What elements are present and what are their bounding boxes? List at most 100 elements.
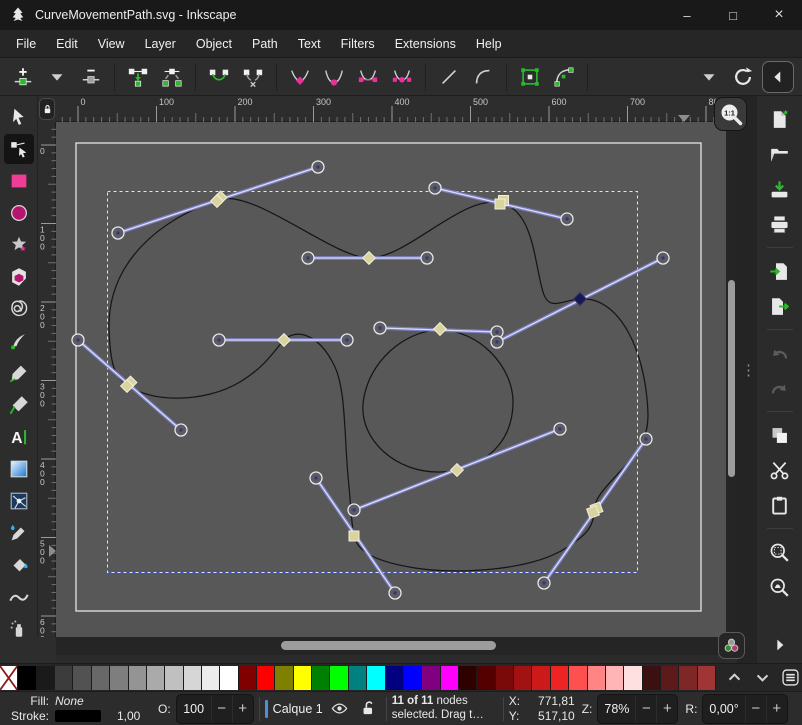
vertical-scrollbar[interactable]	[726, 122, 737, 637]
opacity-decrease-button[interactable]: −	[211, 694, 232, 724]
copy-button[interactable]	[765, 420, 795, 450]
pencil-tool[interactable]	[4, 358, 34, 388]
vertical-ruler[interactable]: 0100200300400500600	[38, 122, 56, 637]
palette-swatch[interactable]	[239, 666, 257, 690]
drawing-canvas[interactable]	[56, 122, 726, 637]
palette-menu-button[interactable]	[780, 668, 800, 688]
horizontal-scrollbar-thumb[interactable]	[281, 641, 496, 650]
palette-swatch[interactable]	[294, 666, 312, 690]
menu-object[interactable]: Object	[186, 30, 242, 58]
dock-resize-handle[interactable]: ⋮	[741, 368, 756, 374]
opacity-spinbox[interactable]: 100 − +	[176, 694, 254, 724]
close-button[interactable]: ×	[756, 0, 802, 30]
layer-lock-button[interactable]	[357, 697, 381, 721]
horizontal-scrollbar[interactable]	[56, 637, 726, 655]
palette-swatch[interactable]	[330, 666, 348, 690]
palette-swatch[interactable]	[367, 666, 385, 690]
palette-swatch[interactable]	[165, 666, 183, 690]
horizontal-ruler[interactable]: 0100200300400500600700800	[56, 96, 716, 122]
palette-swatch[interactable]	[643, 666, 661, 690]
insert-node-button[interactable]	[8, 62, 38, 92]
palette-swatch[interactable]	[202, 666, 220, 690]
toolbar-options-dropdown[interactable]	[694, 62, 724, 92]
palette-swatch[interactable]	[404, 666, 422, 690]
palette-swatch[interactable]	[349, 666, 367, 690]
opacity-increase-button[interactable]: +	[232, 694, 253, 724]
menu-path[interactable]: Path	[242, 30, 288, 58]
palette-swatch[interactable]	[624, 666, 642, 690]
minimize-button[interactable]: –	[664, 0, 710, 30]
node-tool[interactable]	[4, 134, 34, 164]
palette-swatch[interactable]	[275, 666, 293, 690]
rotation-spinbox[interactable]: 0,00° − +	[702, 694, 787, 724]
palette-scroll-down-button[interactable]	[752, 668, 772, 688]
palette-swatch[interactable]	[606, 666, 624, 690]
make-smooth-node-button[interactable]	[319, 62, 349, 92]
maximize-button[interactable]: □	[710, 0, 756, 30]
paste-button[interactable]	[765, 490, 795, 520]
export-button[interactable]	[765, 291, 795, 321]
rotation-increase-button[interactable]: +	[766, 694, 787, 724]
selector-tool[interactable]	[4, 102, 34, 132]
make-auto-node-button[interactable]	[387, 62, 417, 92]
palette-swatch[interactable]	[312, 666, 330, 690]
zoom-value[interactable]: 78%	[598, 702, 635, 716]
palette-scroll-up-button[interactable]	[724, 668, 744, 688]
stroke-to-path-button[interactable]	[549, 62, 579, 92]
tweak-tool[interactable]	[4, 582, 34, 612]
layer-visibility-button[interactable]	[328, 697, 352, 721]
collapse-panel-button[interactable]	[762, 61, 794, 93]
menu-layer[interactable]: Layer	[135, 30, 186, 58]
fill-stroke-indicator[interactable]: Fill: None Stroke: 1,00	[5, 694, 151, 724]
menu-text[interactable]: Text	[288, 30, 331, 58]
palette-swatch[interactable]	[514, 666, 532, 690]
rotation-decrease-button[interactable]: −	[745, 694, 766, 724]
palette-swatch[interactable]	[496, 666, 514, 690]
color-managed-mode-button[interactable]	[718, 632, 745, 659]
zoom-spinbox[interactable]: 78% − +	[597, 694, 678, 724]
stroke-color-swatch[interactable]	[55, 710, 101, 722]
palette-swatch[interactable]	[184, 666, 202, 690]
menu-help[interactable]: Help	[466, 30, 512, 58]
join-with-segment-button[interactable]	[204, 62, 234, 92]
spiral-tool[interactable]	[4, 294, 34, 324]
rectangle-tool[interactable]	[4, 166, 34, 196]
palette-swatch[interactable]	[569, 666, 587, 690]
delete-segment-button[interactable]	[238, 62, 268, 92]
palette-swatch[interactable]	[55, 666, 73, 690]
palette-swatch[interactable]	[459, 666, 477, 690]
palette-swatch[interactable]	[477, 666, 495, 690]
insert-node-dropdown[interactable]	[42, 62, 72, 92]
new-document-button[interactable]	[765, 104, 795, 134]
palette-swatch[interactable]	[422, 666, 440, 690]
lpe-refresh-button[interactable]	[728, 62, 758, 92]
cut-button[interactable]	[765, 455, 795, 485]
mesh-gradient-tool[interactable]	[4, 486, 34, 516]
palette-swatch[interactable]	[147, 666, 165, 690]
paint-bucket-tool[interactable]	[4, 550, 34, 580]
zoom-increase-button[interactable]: +	[656, 694, 677, 724]
make-segment-line-button[interactable]	[434, 62, 464, 92]
box3d-tool[interactable]	[4, 262, 34, 292]
current-layer-name[interactable]: Calque 1	[273, 702, 323, 716]
gradient-tool[interactable]	[4, 454, 34, 484]
palette-swatch[interactable]	[532, 666, 550, 690]
palette-swatch[interactable]	[110, 666, 128, 690]
pen-tool[interactable]	[4, 326, 34, 356]
palette-swatch[interactable]	[220, 666, 238, 690]
menu-file[interactable]: File	[6, 30, 46, 58]
palette-swatch[interactable]	[551, 666, 569, 690]
text-tool[interactable]: A	[4, 422, 34, 452]
menu-edit[interactable]: Edit	[46, 30, 88, 58]
expand-dialogs-button[interactable]	[770, 633, 790, 657]
palette-swatch-none[interactable]	[0, 666, 18, 690]
delete-node-button[interactable]	[76, 62, 106, 92]
zoom-1-1-button[interactable]: 1:1	[714, 97, 747, 131]
menu-extensions[interactable]: Extensions	[385, 30, 466, 58]
make-symmetric-node-button[interactable]	[353, 62, 383, 92]
zoom-to-selection-button[interactable]	[765, 537, 795, 567]
palette-swatch[interactable]	[441, 666, 459, 690]
palette-swatch[interactable]	[73, 666, 91, 690]
break-nodes-button[interactable]	[157, 62, 187, 92]
palette-swatch[interactable]	[661, 666, 679, 690]
